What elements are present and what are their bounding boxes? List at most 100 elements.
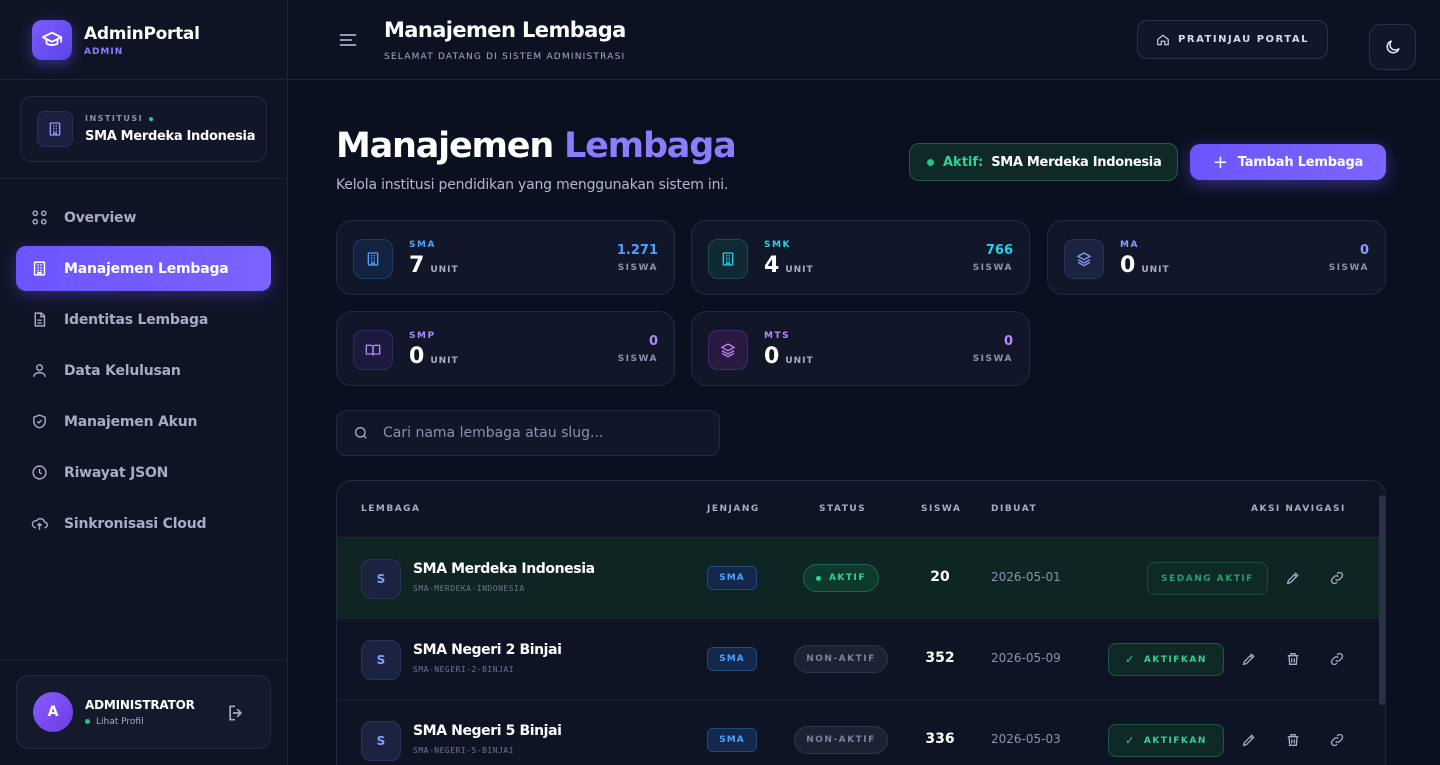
graduation-cap-icon [32,20,72,60]
status-badge: NON-AKTIF [794,645,888,673]
edit-icon[interactable] [1240,650,1258,668]
created-date: 2026-05-01 [991,570,1061,584]
sidebar-item-label: Manajemen Lembaga [64,260,229,277]
page-title: Manajemen Lembaga [336,126,737,166]
siswa-count: 20 [930,569,950,585]
stat-units: 0 [764,344,780,369]
stat-count-label: SISWA [617,354,658,364]
siswa-count: 352 [925,650,955,666]
active-key: Aktif: [943,154,984,170]
sidebar-nav: Overview Manajemen Lembaga Identitas Lem… [16,195,271,552]
stat-count: 0 [1359,243,1369,258]
profile-link[interactable]: Lihat Profil [96,717,144,727]
edit-icon[interactable] [1240,731,1258,749]
add-institution-button[interactable]: + Tambah Lembaga [1190,144,1386,180]
activate-button[interactable]: ✓ AKTIFKAN [1108,724,1224,757]
clock-icon [30,464,48,482]
institution-label: INSTITUSI [85,114,144,123]
link-icon[interactable] [1328,731,1346,749]
edit-icon[interactable] [1284,569,1302,587]
stat-key: MA [1120,240,1139,250]
link-icon[interactable] [1328,650,1346,668]
institution-avatar: S [361,721,401,761]
sidebar-item-identitas-lembaga[interactable]: Identitas Lembaga [16,297,271,342]
status-dot [815,575,821,581]
institution-name: SMA Negeri 2 Binjai [413,642,562,658]
active-institution-pill: Aktif: SMA Merdeka Indonesia [909,143,1178,181]
institution-slug: SMA-NEGERI-5-BINJAI [413,746,515,755]
sidebar-item-label: Manajemen Akun [64,413,198,430]
link-icon[interactable] [1328,569,1346,587]
table-row[interactable]: S SMA Negeri 2 Binjai SMA-NEGERI-2-BINJA… [337,618,1379,699]
stat-units: 0 [409,344,425,369]
created-date: 2026-05-09 [991,651,1061,665]
building-icon [353,239,393,279]
column-header: LEMBAGA [361,504,421,514]
stat-count: 766 [985,243,1013,258]
sidebar-item-riwayat-json[interactable]: Riwayat JSON [16,450,271,495]
stat-card-smp: SMP 0 UNIT 0 SISWA [336,311,675,386]
trash-icon[interactable] [1284,731,1302,749]
stat-count: 0 [648,334,658,349]
user-card[interactable]: A ADMINISTRATOR Lihat Profil [16,675,271,749]
trash-icon[interactable] [1284,650,1302,668]
stat-count-label: SISWA [617,263,658,273]
table-row[interactable]: S SMA Negeri 5 Binjai SMA-NEGERI-5-BINJA… [337,699,1379,765]
status-badge: NON-AKTIF [794,726,888,754]
column-header: STATUS [819,504,867,514]
table-header: LEMBAGA JENJANG STATUS SISWA DIBUAT AKSI… [337,481,1385,537]
sidebar-item-label: Overview [64,209,137,226]
sidebar-item-manajemen-akun[interactable]: Manajemen Akun [16,399,271,444]
stat-key: SMA [409,240,436,250]
institutions-table: LEMBAGA JENJANG STATUS SISWA DIBUAT AKSI… [336,480,1386,765]
column-header: AKSI NAVIGASI [1251,504,1346,514]
institution-card[interactable]: INSTITUSI SMA Merdeka Indonesia [20,96,267,162]
page-description: Kelola institusi pendidikan yang menggun… [336,177,729,193]
stat-key: SMK [764,240,791,250]
theme-toggle-button[interactable] [1369,24,1416,70]
check-icon: ✓ [1125,653,1136,666]
online-dot [149,116,154,121]
sidebar-item-data-kelulusan[interactable]: Data Kelulusan [16,348,271,393]
institution-avatar: S [361,640,401,680]
institution-slug: SMA-MERDEKA-INDONESIA [413,584,525,593]
divider [0,659,288,660]
logout-icon[interactable] [226,703,246,723]
stat-card-ma: MA 0 UNIT 0 SISWA [1047,220,1386,295]
header-subtitle: SELAMAT DATANG DI SISTEM ADMINISTRASI [384,52,626,62]
stat-units: 0 [1120,253,1136,278]
stat-card-sma: SMA 7 UNIT 1.271 SISWA [336,220,675,295]
search-input[interactable] [383,425,703,441]
moon-icon [1386,40,1400,54]
status-badge: AKTIF [803,564,879,592]
stat-count: 0 [1003,334,1013,349]
jenjang-badge: SMA [707,566,757,590]
stat-count-label: SISWA [1328,263,1369,273]
stat-key: MTS [764,331,791,341]
activate-button[interactable]: ✓ AKTIFKAN [1108,643,1224,676]
table-scrollbar[interactable] [1379,495,1385,705]
search-icon [355,427,367,439]
institution-avatar: S [361,559,401,599]
brand[interactable]: AdminPortal ADMIN [32,20,200,60]
check-icon: ✓ [1125,734,1136,747]
column-header: DIBUAT [991,504,1038,514]
sidebar-item-overview[interactable]: Overview [16,195,271,240]
sidebar-item-sinkronisasi-cloud[interactable]: Sinkronisasi Cloud [16,501,271,546]
stat-count: 1.271 [616,243,658,258]
sidebar-item-manajemen-lembaga[interactable]: Manajemen Lembaga [16,246,271,291]
header-title: Manajemen Lembaga [384,18,626,42]
shield-icon [30,413,48,431]
brand-title: AdminPortal [84,23,200,44]
jenjang-badge: SMA [707,647,757,671]
table-row[interactable]: S SMA Merdeka Indonesia SMA-MERDEKA-INDO… [337,537,1379,618]
institution-name: SMA Merdeka Indonesia [85,129,256,144]
stat-units: 4 [764,253,780,278]
divider [0,178,288,179]
institution-name: SMA Negeri 5 Binjai [413,723,562,739]
divider [0,79,288,80]
top-header: Manajemen Lembaga SELAMAT DATANG DI SIST… [288,0,1440,80]
menu-icon[interactable] [338,30,358,50]
preview-portal-label: PRATINJAU PORTAL [1178,34,1309,45]
preview-portal-button[interactable]: PRATINJAU PORTAL [1137,20,1328,59]
